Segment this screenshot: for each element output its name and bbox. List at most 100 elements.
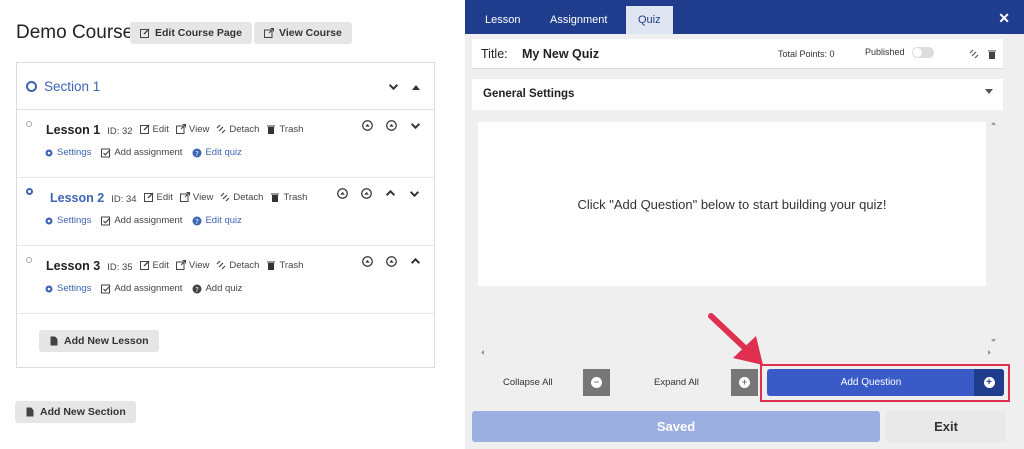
move-down-icon[interactable] [361, 188, 372, 199]
lesson-row: Lesson 3 ID: 35 Edit View Detach Trash S… [17, 246, 434, 314]
add-new-section-button[interactable]: Add New Section [15, 401, 136, 423]
lesson-name[interactable]: Lesson 2 [50, 191, 104, 205]
lesson-edit-link[interactable]: Edit [139, 259, 169, 271]
lesson-quiz-label: Add quiz [205, 283, 243, 294]
lesson-detach-link[interactable]: Detach [220, 192, 263, 203]
lesson-add-assignment-link[interactable]: Add assignment [101, 215, 182, 226]
vertical-scrollbar[interactable] [989, 119, 998, 345]
question-circle-icon: ? [192, 148, 202, 158]
lesson-edit-link[interactable]: Edit [139, 124, 169, 135]
lesson-trash-link[interactable]: Trash [266, 260, 303, 271]
lesson-row: Lesson 2 ID: 34 Edit View Detach Trash S… [17, 178, 434, 246]
lesson-view-label: View [188, 259, 210, 271]
expand-all-icon-button[interactable]: + [731, 369, 758, 396]
lesson-quiz-label: Edit quiz [205, 147, 242, 158]
saved-label: Saved [656, 419, 696, 434]
svg-text:?: ? [196, 150, 200, 158]
general-settings-bar[interactable]: General Settings [472, 79, 1003, 110]
move-down-icon[interactable] [386, 120, 397, 131]
lesson-name[interactable]: Lesson 1 [46, 123, 100, 137]
caret-up-icon[interactable] [412, 84, 420, 90]
add-new-lesson-label: Add New Lesson [64, 335, 149, 347]
lesson-quiz-label: Edit quiz [205, 215, 242, 226]
view-course-button[interactable]: View Course [254, 22, 352, 44]
lesson-view-link[interactable]: View [175, 259, 210, 271]
external-link-icon [175, 260, 186, 270]
pointer-arrow [708, 313, 763, 365]
empty-quiz-message: Click "Add Question" below to start buil… [577, 196, 887, 212]
unlink-icon[interactable] [969, 49, 979, 59]
chevron-down-icon[interactable] [410, 120, 421, 131]
check-square-icon [101, 216, 111, 225]
lesson-assignment-label: Add assignment [114, 283, 183, 294]
trash-icon [267, 261, 276, 270]
chevron-up-icon[interactable] [410, 256, 421, 267]
lesson-edit-quiz-link[interactable]: ? Edit quiz [192, 215, 242, 226]
section-header[interactable]: Section 1 [17, 63, 434, 110]
lesson-edit-label: Edit [156, 191, 173, 203]
check-square-icon [101, 284, 111, 293]
document-icon [50, 336, 58, 346]
saved-button[interactable]: Saved [472, 411, 880, 442]
caret-down-icon [985, 89, 993, 94]
trash-icon [267, 125, 276, 134]
tab-lesson[interactable]: Lesson [473, 6, 532, 34]
course-builder: Demo Course Edit Course Page View Course… [0, 0, 465, 449]
lesson-edit-label: Edit [152, 259, 169, 271]
lesson-assignment-label: Add assignment [114, 215, 183, 226]
chevron-down-icon[interactable] [409, 188, 420, 199]
collapse-all-icon-button[interactable]: − [583, 369, 610, 396]
move-down-icon[interactable] [386, 256, 397, 267]
move-up-icon[interactable] [362, 120, 373, 131]
tab-quiz[interactable]: Quiz [626, 6, 673, 34]
move-up-icon[interactable] [362, 256, 373, 267]
section-name: Section 1 [44, 79, 101, 94]
svg-text:?: ? [196, 218, 200, 226]
question-circle-icon: ? [192, 216, 202, 226]
lesson-detach-label: Detach [229, 123, 260, 135]
chevron-up-icon[interactable] [385, 188, 396, 199]
lesson-status-icon [26, 188, 33, 195]
unlink-icon [220, 192, 230, 202]
lesson-edit-quiz-link[interactable]: ? Edit quiz [192, 147, 242, 158]
trash-icon[interactable] [987, 49, 997, 59]
tab-assignment[interactable]: Assignment [538, 6, 619, 34]
lesson-settings-link[interactable]: Settings [44, 147, 91, 158]
expand-all-label: Expand All [654, 377, 699, 388]
published-toggle[interactable] [912, 47, 934, 58]
lesson-add-assignment-link[interactable]: Add assignment [101, 283, 182, 294]
edit-icon [139, 124, 150, 134]
edit-course-page-button[interactable]: Edit Course Page [130, 22, 252, 44]
lesson-view-link[interactable]: View [175, 124, 209, 135]
lesson-detach-link[interactable]: Detach [216, 124, 259, 135]
lesson-trash-link[interactable]: Trash [266, 124, 303, 135]
close-icon[interactable]: ✕ [998, 10, 1010, 27]
title-label: Title: [481, 47, 508, 61]
lesson-id: ID: 35 [107, 262, 133, 273]
chevron-down-icon[interactable] [388, 81, 399, 92]
add-new-lesson-button[interactable]: Add New Lesson [39, 330, 159, 352]
gear-icon [45, 149, 53, 156]
svg-text:?: ? [196, 286, 200, 294]
lesson-name[interactable]: Lesson 3 [46, 259, 100, 273]
lesson-detach-link[interactable]: Detach [216, 260, 259, 271]
lesson-trash-link[interactable]: Trash [270, 192, 307, 203]
lesson-view-link[interactable]: View [179, 192, 213, 203]
lesson-add-assignment-link[interactable]: Add assignment [101, 147, 182, 158]
collapse-all-button[interactable]: Collapse All [503, 369, 553, 396]
lesson-settings-link[interactable]: Settings [44, 283, 91, 294]
lesson-id: ID: 34 [111, 194, 137, 205]
view-course-label: View Course [279, 27, 342, 39]
lesson-trash-label: Trash [279, 259, 304, 271]
minus-circle-icon: − [591, 377, 602, 388]
lesson-settings-link[interactable]: Settings [44, 215, 91, 226]
exit-button[interactable]: Exit [886, 411, 1006, 442]
lesson-edit-link[interactable]: Edit [143, 191, 173, 203]
quiz-title[interactable]: My New Quiz [522, 47, 599, 61]
lesson-add-quiz-link[interactable]: ? Add quiz [192, 283, 242, 294]
total-points: Total Points: 0 [778, 49, 835, 59]
highlight-box [760, 364, 1010, 402]
expand-all-button[interactable]: Expand All [654, 369, 699, 396]
general-settings-label: General Settings [483, 88, 575, 100]
move-up-icon[interactable] [337, 188, 348, 199]
